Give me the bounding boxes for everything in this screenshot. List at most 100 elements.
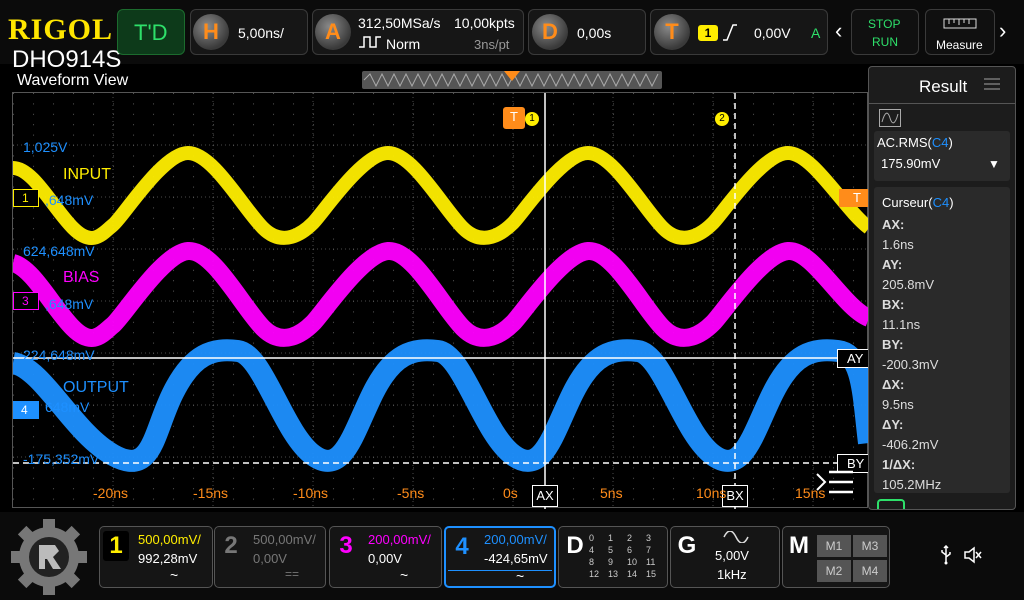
digital-box[interactable]: D 0123 4567 8 9 10 11 12 13 14 15 [558, 526, 668, 588]
dropdown-arrow-icon[interactable]: ▼ [988, 157, 1000, 171]
horizontal-icon: H [193, 14, 229, 50]
cursor-ay-name: AY: [882, 257, 903, 272]
channel-3-offset: 0,00V [368, 551, 402, 566]
time-tick: -15ns [193, 485, 229, 501]
cursor-1-tag: 1 [525, 112, 539, 126]
usb-icon [941, 545, 951, 565]
ch4-marker[interactable]: 4 [13, 401, 39, 419]
trigger-position-marker[interactable]: T [503, 107, 525, 129]
cursor-close: ) [949, 195, 954, 210]
timebase-value: 5,00ns/ [238, 25, 284, 41]
ac-rms-item[interactable]: AC.RMS(C4) 175.90mV ▼ [874, 131, 1010, 181]
result-menu-icon[interactable] [983, 77, 1001, 91]
offset-label-1: 1,025V [23, 139, 68, 155]
math-box[interactable]: M M1 M3 M2 M4 [782, 526, 890, 588]
stop-run-button[interactable]: STOP RUN [851, 9, 919, 55]
offset-label-4: ,648mV [45, 296, 94, 312]
home-gear-icon[interactable] [10, 518, 88, 596]
trigger-level: 0,00V [754, 25, 791, 41]
delay-value: 0,00s [577, 25, 612, 41]
cursor-by-name: BY: [882, 337, 904, 352]
right-chevron-icon[interactable]: › [999, 18, 1006, 44]
channel-4-scale: 200,00mV/ [484, 532, 547, 547]
ac-rms-value: 175.90mV [881, 156, 941, 171]
cursor-ay-value: 205.8mV [882, 277, 935, 292]
result-divider [869, 103, 1015, 104]
cursor-results: Curseur(C4) AX: 1.6ns AY: 205.8mV BX: 11… [874, 187, 1010, 493]
waveform-grid[interactable]: 1,025V ,648mV 624,648mV ,648mV 224,648mV… [12, 92, 869, 509]
trigger-level-marker[interactable]: T [839, 189, 869, 207]
cursor-ax-value: 1.6ns [882, 237, 914, 252]
result-panel: Result AC.RMS(C4) 175.90mV ▼ Curseur(C4)… [868, 66, 1016, 510]
offset-label-2: ,648mV [45, 192, 94, 208]
cursor-inv-dx-name: 1/ΔX: [882, 457, 916, 472]
channel-3-scale: 200,00mV/ [368, 532, 431, 547]
ac-rms-close: ) [948, 135, 953, 150]
left-chevron-icon[interactable]: ‹ [835, 18, 842, 44]
result-title: Result [919, 77, 968, 96]
math-m3[interactable]: M3 [853, 535, 887, 557]
trigger-coupling: A [811, 25, 821, 41]
add-result-icon[interactable] [877, 499, 905, 509]
channel-2-number: 2 [224, 532, 238, 559]
generator-amplitude: 5,00V [715, 548, 749, 563]
ch3-marker[interactable]: 3 [13, 292, 39, 310]
offset-label-3: 624,648mV [23, 243, 95, 259]
offset-label-7: -175,352mV [23, 451, 100, 467]
generator-label: G [677, 532, 697, 559]
channel-1-number: 1 [103, 531, 129, 561]
trigger-source-badge: 1 [698, 25, 718, 41]
channel-3-number: 3 [339, 532, 353, 559]
model-name: DHO914S [12, 46, 122, 73]
cursor-inv-dx-value: 105.2MHz [882, 477, 942, 492]
offset-label-5: 224,648mV [23, 347, 95, 363]
delay-icon: D [532, 14, 568, 50]
math-m4[interactable]: M4 [853, 560, 887, 582]
cursor-dy-name: ΔY: [882, 417, 904, 432]
acquire-mode: Norm [386, 36, 421, 52]
cursor-channel: C4 [932, 195, 950, 210]
ac-rms-label: AC.RMS( [877, 135, 932, 150]
channel-4-offset: -424,65mV [484, 551, 548, 566]
sine-icon [723, 531, 749, 543]
cursor-by-value: -200.3mV [882, 357, 939, 372]
sample-rate: 312,50MSa/s [358, 15, 441, 31]
math-m1[interactable]: M1 [817, 535, 851, 557]
cursor-ay-tag[interactable]: AY [837, 349, 869, 368]
menu-lines-icon[interactable] [815, 468, 855, 496]
grid-lines [13, 93, 869, 509]
time-tick: 0s [503, 485, 518, 501]
cursor-bx-name: BX: [882, 297, 905, 312]
math-label: M [789, 532, 809, 559]
cursor-ax-tag[interactable]: AX [532, 485, 558, 507]
offset-label-6: 648mV [45, 399, 90, 415]
channel-4-box[interactable]: 4 200,00mV/ -424,65mV ~ [444, 526, 556, 588]
time-tick: -20ns [93, 485, 129, 501]
measure-button[interactable]: Measure [925, 9, 995, 55]
output-label: OUTPUT [63, 379, 129, 396]
channel-3-coupling-icon: ~ [400, 567, 409, 583]
channel-4-number: 4 [455, 533, 469, 560]
time-tick: -10ns [293, 485, 329, 501]
rising-edge-icon [723, 24, 737, 41]
trigger-mode-button[interactable]: T'D [117, 9, 185, 55]
view-title: Waveform View [17, 72, 129, 89]
channel-2-coupling-icon: == [285, 567, 300, 581]
ac-rms-channel: C4 [931, 135, 949, 150]
ch1-marker[interactable]: 1 [13, 189, 39, 207]
channel-1-offset: 992,28mV [138, 551, 198, 566]
math-m2[interactable]: M2 [817, 560, 851, 582]
generator-box[interactable]: G 5,00V 1kHz [670, 526, 780, 588]
cursor-label: Curseur( [882, 195, 933, 210]
ruler-icon [943, 18, 977, 29]
time-resolution: 3ns/pt [474, 37, 510, 52]
channel-2-scale: 500,00mV/ [253, 532, 316, 547]
rigol-logo: RIGOL [8, 13, 114, 46]
channel-2-box[interactable]: 2 500,00mV/ 0,00V == [214, 526, 326, 588]
digital-label: D [566, 532, 584, 559]
channel-1-scale: 500,00mV/ [138, 532, 201, 547]
time-tick: 5ns [600, 485, 623, 501]
channel-1-box[interactable]: 1 500,00mV/ 992,28mV ~ [99, 526, 213, 588]
channel-3-box[interactable]: 3 200,00mV/ 0,00V ~ [329, 526, 442, 588]
speaker-muted-icon[interactable] [963, 546, 983, 564]
